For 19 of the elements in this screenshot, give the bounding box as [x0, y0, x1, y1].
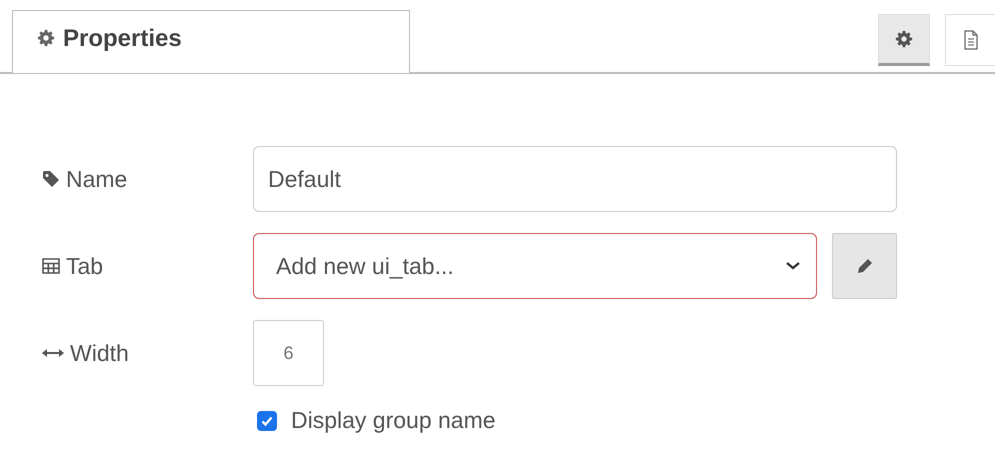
- pencil-icon: [856, 258, 872, 274]
- document-icon: [962, 30, 978, 50]
- chevron-down-icon: [786, 261, 800, 271]
- info-button[interactable]: [945, 14, 995, 66]
- tab-select[interactable]: Add new ui_tab...: [253, 233, 817, 299]
- gear-icon: [895, 30, 913, 48]
- horizontal-arrows-icon: [42, 348, 64, 358]
- field-label: Name: [42, 166, 253, 192]
- checkbox-label: Display group name: [291, 407, 496, 434]
- checkbox[interactable]: [257, 410, 277, 430]
- field-label: Width: [42, 340, 253, 366]
- properties-tab[interactable]: Properties: [12, 10, 410, 73]
- width-input[interactable]: 6: [253, 320, 324, 386]
- settings-button[interactable]: [878, 14, 930, 66]
- gear-icon: [37, 29, 55, 47]
- name-input[interactable]: Default: [253, 146, 897, 212]
- field-label: Tab: [42, 252, 253, 280]
- tag-icon: [42, 170, 60, 188]
- table-icon: [42, 258, 60, 274]
